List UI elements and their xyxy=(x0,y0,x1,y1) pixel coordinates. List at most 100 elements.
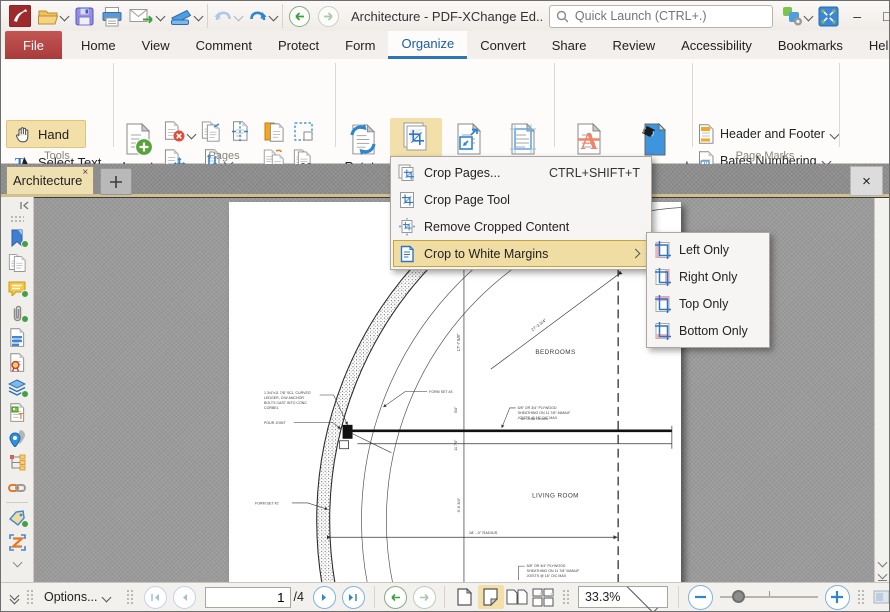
tab-share[interactable]: Share xyxy=(539,31,600,59)
content-order-panel-icon[interactable] xyxy=(1,530,33,555)
ui-options-button[interactable] xyxy=(779,4,815,28)
tab-protect[interactable]: Protect xyxy=(265,31,332,59)
tab-accessibility[interactable]: Accessibility xyxy=(668,31,765,59)
split-pages-button[interactable] xyxy=(229,121,251,143)
structure-panel-icon[interactable] xyxy=(1,450,33,475)
redo-button[interactable] xyxy=(245,5,280,28)
two-page-layout-button[interactable] xyxy=(504,585,530,609)
collapse-panel-button[interactable] xyxy=(1,197,33,213)
next-page-button[interactable] xyxy=(313,586,336,609)
loupe-view-button[interactable] xyxy=(873,590,890,604)
scroll-to-end-icon[interactable] xyxy=(878,571,887,582)
statusbar-grip[interactable] xyxy=(26,589,34,605)
signatures-panel-icon[interactable] xyxy=(1,350,33,375)
attachments-panel-icon[interactable] xyxy=(1,300,33,325)
dim-17: 17'-7 5/8" xyxy=(456,333,461,351)
first-page-button[interactable] xyxy=(144,586,167,609)
vertical-scrollbar[interactable] xyxy=(874,198,889,583)
plywood-note-bottom-2: SHEATHING ON 11 7/8" MANUF xyxy=(527,569,580,573)
two-page-continuous-layout-button[interactable] xyxy=(530,585,556,609)
rotate-icon xyxy=(345,122,381,158)
scroll-down-icon[interactable] xyxy=(877,557,887,567)
minimize-button[interactable]: – xyxy=(842,3,872,29)
menu-item-crop-pages[interactable]: Crop Pages... CTRL+SHIFT+T xyxy=(393,159,649,186)
submenu-item-left-only[interactable]: Left Only xyxy=(650,236,766,263)
email-button[interactable] xyxy=(126,4,167,28)
zoom-toolbar-grip[interactable] xyxy=(562,589,570,605)
content-panel-icon[interactable]: T xyxy=(1,400,33,425)
close-document-button[interactable]: × xyxy=(850,166,883,196)
nav-forward-button[interactable] xyxy=(314,3,343,30)
zoom-slider[interactable] xyxy=(720,587,818,607)
last-page-button[interactable] xyxy=(342,586,365,609)
nav-toolbar-grip[interactable] xyxy=(126,589,134,605)
tab-comment[interactable]: Comment xyxy=(183,31,265,59)
delete-pages-chevron[interactable] xyxy=(186,123,196,145)
single-page-layout-button[interactable] xyxy=(452,585,478,609)
collapse-bottom-icon[interactable] xyxy=(1,555,33,569)
tab-bookmarks[interactable]: Bookmarks xyxy=(765,31,856,59)
print-button[interactable] xyxy=(98,4,126,29)
tags-panel-icon[interactable] xyxy=(1,505,33,530)
tab-convert[interactable]: Convert xyxy=(467,31,539,59)
save-button[interactable] xyxy=(71,4,98,29)
tab-organize[interactable]: Organize xyxy=(388,31,467,59)
undo-button[interactable] xyxy=(210,5,245,28)
options-chevron[interactable] xyxy=(101,592,111,602)
form-fields-panel-icon[interactable] xyxy=(1,325,33,350)
delete-pages-button[interactable] xyxy=(164,121,186,143)
history-forward-button[interactable] xyxy=(413,586,436,609)
maximize-button[interactable]: □ xyxy=(872,3,890,29)
continuous-layout-button[interactable] xyxy=(478,585,504,609)
tab-file[interactable]: File xyxy=(5,31,62,59)
bottom-only-icon xyxy=(654,322,671,340)
tab-form[interactable]: Form xyxy=(332,31,388,59)
tab-home[interactable]: Home xyxy=(68,31,129,59)
duplicate-pages-button[interactable] xyxy=(201,121,223,143)
destinations-panel-icon[interactable] xyxy=(1,425,33,450)
panel-grip[interactable] xyxy=(1,213,33,225)
crop-marquee-button[interactable] xyxy=(293,121,315,143)
ledger-note-3: BOLTS CAST INTO CONC xyxy=(264,401,307,405)
submenu-item-bottom-only[interactable]: Bottom Only xyxy=(650,317,766,344)
comments-panel-icon[interactable] xyxy=(1,275,33,300)
zoom-out-button[interactable] xyxy=(688,585,713,610)
options-button[interactable]: Options... xyxy=(44,590,98,604)
new-tab-button[interactable] xyxy=(100,168,132,195)
header-footer-button[interactable]: Header and Footer xyxy=(698,122,838,146)
open-button[interactable] xyxy=(34,4,71,28)
tab-view[interactable]: View xyxy=(129,31,183,59)
remove-cropped-content-menu-icon xyxy=(398,218,416,236)
extract-pages-button[interactable] xyxy=(263,121,285,143)
links-panel-icon[interactable] xyxy=(1,475,33,500)
quick-launch-box[interactable] xyxy=(549,5,773,28)
previous-page-button[interactable] xyxy=(173,586,196,609)
submenu-item-top-only[interactable]: Top Only xyxy=(650,290,766,317)
menu-item-crop-to-white-margins[interactable]: Crop to White Margins xyxy=(393,240,649,267)
submenu-item-right-only[interactable]: Right Only xyxy=(650,263,766,290)
scan-button[interactable] xyxy=(167,5,205,28)
layers-panel-icon[interactable] xyxy=(1,375,33,400)
zoom-slider-thumb[interactable] xyxy=(732,590,745,603)
document-tab-close-icon[interactable]: × xyxy=(82,167,88,179)
document-tab-architecture[interactable]: Architecture × xyxy=(6,166,94,194)
quick-launch-input[interactable] xyxy=(573,8,766,24)
ledger-note-1: 1 3/4"x11 7/8" SCL 'CURVED' xyxy=(264,391,312,395)
thumbnails-panel-icon[interactable] xyxy=(1,250,33,275)
zoom-level-value: 33.3% xyxy=(585,590,621,604)
nav-back-button[interactable] xyxy=(285,3,314,30)
tab-help[interactable]: Help xyxy=(856,31,890,59)
menu-item-crop-page-tool[interactable]: Crop Page Tool xyxy=(393,186,649,213)
view-toolbar-grip[interactable] xyxy=(857,589,865,605)
history-back-button[interactable] xyxy=(384,586,407,609)
menu-item-remove-cropped-content[interactable]: Remove Cropped Content xyxy=(393,213,649,240)
zoom-level-select[interactable]: 33.3% xyxy=(578,586,668,608)
app-logo-icon xyxy=(6,3,34,29)
zoom-in-button[interactable] xyxy=(825,585,850,610)
tab-review[interactable]: Review xyxy=(599,31,668,59)
page-number-input[interactable] xyxy=(205,587,291,608)
hand-tool-button[interactable]: Hand xyxy=(6,120,86,148)
bookmarks-panel-icon[interactable] xyxy=(1,225,33,250)
fullscreen-button[interactable] xyxy=(815,4,842,29)
expand-statusbar-icon[interactable] xyxy=(11,592,18,603)
